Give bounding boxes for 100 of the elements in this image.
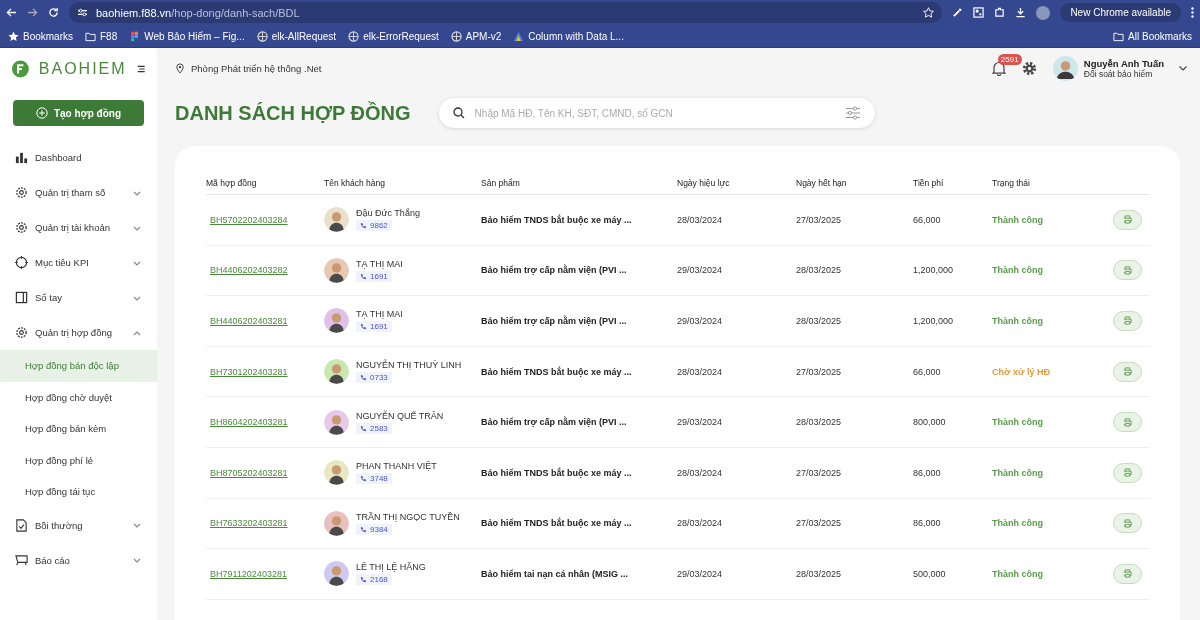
phone-icon	[360, 323, 367, 331]
sidebar-item[interactable]: Báo cáo	[0, 542, 157, 578]
globe-icon	[348, 30, 360, 42]
settings-icon	[15, 221, 28, 234]
contract-code-link[interactable]: BH8705202403281	[206, 467, 288, 478]
forward-icon[interactable]	[27, 7, 38, 18]
phone-icon	[360, 272, 367, 280]
address-bar[interactable]: baohiem.f88.vn/hop-dong/danh-sach/BDL	[69, 2, 943, 23]
target-icon	[15, 256, 28, 269]
status-text: Thành công	[992, 316, 1043, 326]
profile-icon[interactable]	[1036, 5, 1051, 20]
bell-icon[interactable]	[991, 60, 1006, 76]
submenu-item[interactable]: Hợp đồng phí lẻ	[0, 444, 157, 476]
submenu-item[interactable]: Hợp đồng bán kèm	[0, 413, 157, 445]
sidebar-item[interactable]: Dashboard	[0, 140, 157, 175]
contract-code-link[interactable]: BH7633202403281	[206, 518, 288, 529]
filter-sliders-icon[interactable]	[844, 106, 861, 120]
bookmark[interactable]: Column with Data L...	[513, 30, 624, 42]
star-icon	[8, 30, 19, 42]
settings-icon[interactable]	[1021, 60, 1037, 76]
fee-amount: 66,000	[913, 214, 941, 225]
sidebar-item[interactable]: Quản trị tham số	[0, 175, 157, 210]
customer-name: LÊ THỊ LỆ HẰNG	[356, 562, 426, 573]
reload-icon[interactable]	[48, 7, 59, 18]
fee-amount: 500,000	[913, 568, 946, 579]
sidebar-item[interactable]: Mục tiêu KPI	[0, 245, 157, 280]
start-date: 28/03/2024	[677, 214, 723, 225]
column-header: Sản phẩm	[481, 178, 520, 188]
end-date: 27/03/2025	[796, 366, 842, 377]
star-icon[interactable]	[923, 7, 935, 18]
bookmark[interactable]: Web Bảo Hiểm – Fig...	[129, 30, 245, 42]
product-name: Bảo hiểm TNDS bắt buộc xe máy ...	[481, 214, 632, 225]
bookmark[interactable]: F88	[85, 30, 118, 42]
contract-code-link[interactable]: BH8604202403281	[206, 417, 288, 428]
printer-icon	[1123, 215, 1132, 225]
notification-badge: 2591	[997, 54, 1022, 65]
printer-icon	[1123, 417, 1132, 427]
more-icon[interactable]	[1191, 7, 1194, 18]
contract-code-link[interactable]: BH7911202403281	[206, 568, 287, 579]
phone-icon	[360, 424, 367, 432]
product-name: Bảo hiểm TNDS bắt buộc xe máy ...	[481, 467, 632, 478]
end-date: 27/03/2025	[796, 518, 842, 529]
start-date: 28/03/2024	[677, 467, 723, 478]
bookmark[interactable]: elk-ErrorRequest	[348, 30, 439, 42]
sidebar-item[interactable]: Quản trị hợp đồng	[0, 315, 157, 350]
globe-icon	[256, 30, 268, 42]
submenu-item[interactable]: Hợp đồng bán độc lập	[0, 350, 157, 382]
dropdown-icon[interactable]	[1178, 63, 1188, 73]
eyedropper-icon[interactable]	[952, 7, 964, 18]
user-avatar	[1052, 55, 1078, 81]
customer-name: TẠ THỊ MAI	[356, 258, 403, 269]
phone-tag: 2583	[356, 422, 392, 434]
column-header: Tên khách hàng	[324, 178, 385, 188]
sidebar-item[interactable]: Bồi thường	[0, 507, 157, 543]
phone-tag: 9384	[356, 523, 392, 535]
start-date: 29/03/2024	[677, 316, 723, 326]
document-icon	[15, 518, 28, 532]
phone-icon	[360, 475, 367, 483]
all-bookmarks-button[interactable]: All Bookmarks	[1113, 30, 1192, 42]
plus-circle-icon	[35, 107, 48, 119]
logo-icon	[12, 58, 29, 80]
sidebar-item[interactable]: Sổ tay	[0, 280, 157, 315]
bookmark[interactable]: elk-AllRequest	[256, 30, 337, 42]
start-date: 29/03/2024	[677, 417, 723, 428]
extension-icon[interactable]	[994, 7, 1006, 18]
printer-icon	[1123, 518, 1132, 528]
end-date: 28/03/2025	[796, 568, 842, 579]
qr-code-icon[interactable]	[973, 7, 985, 18]
contract-code-link[interactable]: BH7301202403281	[206, 366, 288, 377]
start-date: 28/03/2024	[677, 518, 723, 529]
contract-code-link[interactable]: BH4406202403282	[206, 265, 288, 276]
printer-icon	[1123, 569, 1132, 579]
site-settings-icon[interactable]	[77, 8, 88, 17]
update-button[interactable]: New Chrome available	[1060, 3, 1181, 22]
sidebar-item[interactable]: Quản trị tài khoản	[0, 210, 157, 245]
menu-icon[interactable]	[136, 64, 145, 74]
search-bar[interactable]: Nhập Mã HĐ, Tên KH, SĐT, CMND, số GCN	[438, 98, 875, 128]
phone-icon	[360, 576, 367, 584]
column-header: Ngày hết hạn	[796, 178, 847, 188]
bookmark[interactable]: APM-v2	[450, 30, 502, 42]
fee-amount: 1,200,000	[913, 265, 954, 276]
bookmark[interactable]: Bookmarks	[8, 30, 73, 42]
status-text: Thành công	[992, 568, 1043, 579]
settings-icon	[15, 186, 28, 199]
figma-icon	[129, 30, 141, 42]
back-icon[interactable]	[6, 7, 17, 18]
phone-tag: 9862	[356, 220, 392, 232]
search-field[interactable]: Nhập Mã HĐ, Tên KH, SĐT, CMND, số GCN	[472, 106, 837, 120]
submenu-item[interactable]: Hợp đồng tái tục	[0, 476, 157, 508]
create-contract-button[interactable]: Tạo hợp đồng	[13, 100, 144, 126]
status-text: Thành công	[992, 417, 1043, 428]
submenu-item[interactable]: Hợp đồng chờ duyệt	[0, 381, 157, 413]
fee-amount: 86,000	[913, 518, 941, 529]
contract-code-link[interactable]: BH4406202403281	[206, 316, 288, 326]
contract-code-link[interactable]: BH5702202403284	[206, 214, 288, 225]
end-date: 27/03/2025	[796, 214, 842, 225]
download-icon[interactable]	[1015, 7, 1027, 18]
column-header: Ngày hiệu lực	[677, 178, 730, 188]
bar-chart-icon	[15, 151, 28, 164]
printer-icon	[1123, 468, 1132, 478]
